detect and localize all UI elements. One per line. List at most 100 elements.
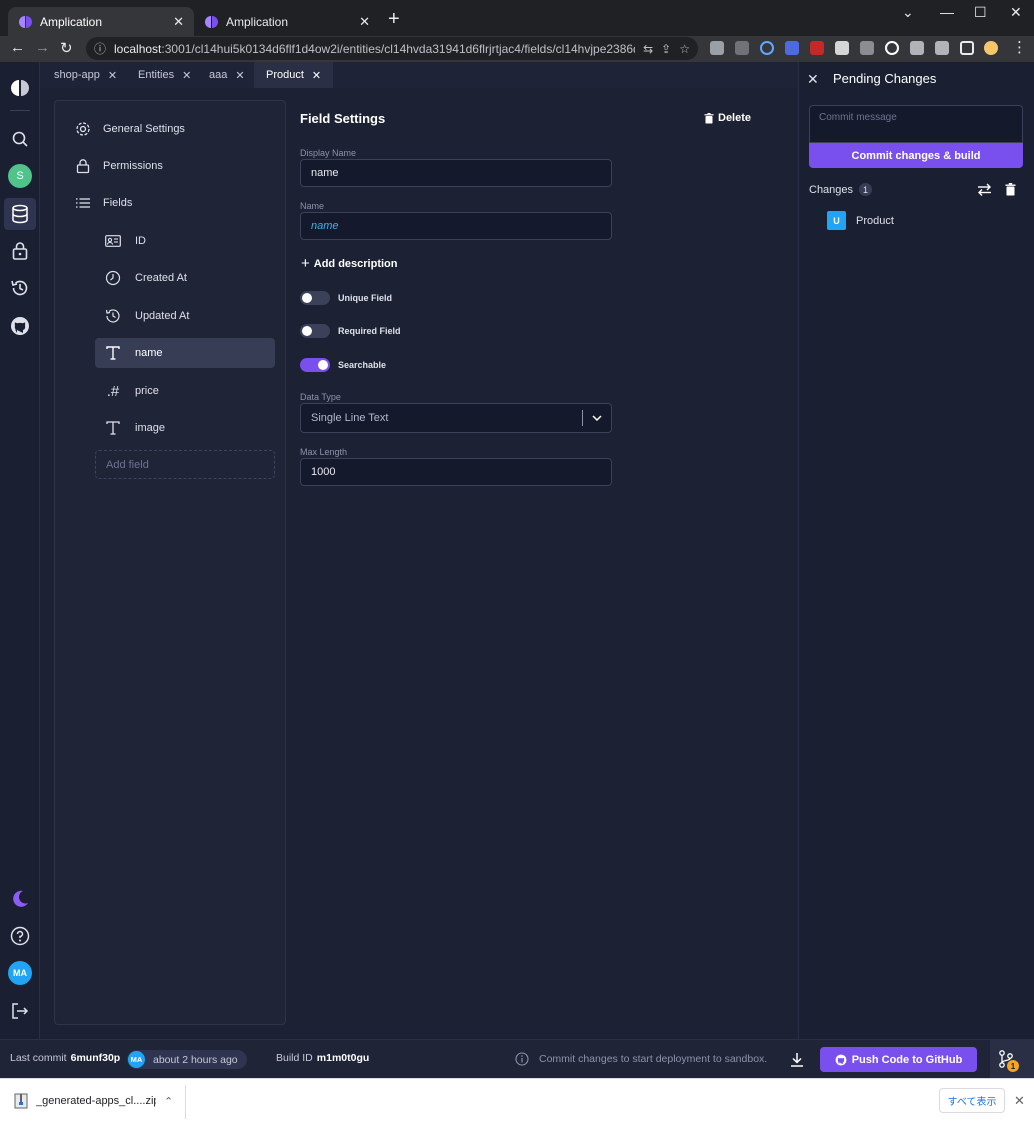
- tab-aaa[interactable]: aaa ✕: [197, 62, 257, 88]
- tab-product[interactable]: Product ✕: [254, 62, 334, 88]
- field-item-created-at[interactable]: Created At: [95, 263, 275, 293]
- plus-icon: +: [301, 255, 310, 272]
- address-bar[interactable]: ⓘ localhost:3001/cl14hui5k0134d6flf1d4ow…: [86, 37, 698, 60]
- download-filename: _generated-apps_cl....zip: [36, 1095, 156, 1107]
- download-icon[interactable]: [790, 1052, 804, 1067]
- searchable-toggle[interactable]: [300, 358, 330, 372]
- chevron-up-icon[interactable]: ⌃: [164, 1095, 173, 1108]
- close-icon[interactable]: ✕: [108, 69, 117, 82]
- zip-file-icon: [14, 1093, 28, 1109]
- sidepanel-icon[interactable]: [960, 41, 974, 55]
- changes-label: Changes: [809, 183, 854, 196]
- tab-label: Entities: [138, 69, 175, 81]
- app-avatar[interactable]: S: [8, 164, 32, 188]
- compare-icon[interactable]: [977, 183, 992, 196]
- reload-icon[interactable]: ↻: [60, 39, 73, 57]
- toggle-knob: [302, 326, 312, 336]
- nav-permissions[interactable]: Permissions: [75, 151, 163, 181]
- bookmark-star-icon[interactable]: ☆: [679, 42, 690, 56]
- profile-avatar-icon[interactable]: [984, 41, 998, 55]
- filter-extension-icon[interactable]: [910, 41, 924, 55]
- show-all-downloads-button[interactable]: すべて表示: [939, 1088, 1005, 1113]
- pending-changes-panel: ✕ Pending Changes Commit message Commit …: [798, 62, 1034, 1039]
- block-extension-icon[interactable]: [885, 41, 899, 55]
- required-field-toggle[interactable]: [300, 324, 330, 338]
- status-bar: Last commit 6munf30p MA about 2 hours ag…: [0, 1039, 1034, 1078]
- close-tab-icon[interactable]: ✕: [359, 14, 370, 30]
- circle-extension-icon[interactable]: [760, 41, 774, 55]
- database-icon[interactable]: [8, 202, 32, 226]
- logout-icon[interactable]: [8, 999, 32, 1023]
- searchable-label: Searchable: [338, 360, 387, 370]
- close-panel-icon[interactable]: ✕: [807, 71, 819, 88]
- qr-extension-icon[interactable]: [835, 41, 849, 55]
- maximize-icon[interactable]: ☐: [974, 4, 987, 21]
- download-item[interactable]: _generated-apps_cl....zip ⌃: [14, 1093, 173, 1109]
- info-icon[interactable]: ⓘ: [94, 40, 106, 57]
- new-tab-icon[interactable]: +: [388, 9, 400, 29]
- max-length-field[interactable]: 1000: [300, 458, 612, 486]
- push-to-github-button[interactable]: Push Code to GitHub: [820, 1047, 977, 1072]
- name-value: name: [311, 220, 339, 232]
- push-label: Push Code to GitHub: [851, 1053, 963, 1066]
- vue-extension-icon[interactable]: [735, 41, 749, 55]
- add-field-placeholder: Add field: [106, 458, 149, 471]
- close-tab-icon[interactable]: ✕: [173, 14, 184, 30]
- commit-message-input[interactable]: Commit message: [809, 105, 1023, 143]
- back-icon[interactable]: ←: [10, 39, 25, 56]
- minimize-icon[interactable]: —: [940, 4, 954, 20]
- add-description-button[interactable]: + Add description: [301, 255, 398, 272]
- display-name-field[interactable]: name: [300, 159, 612, 187]
- data-type-select[interactable]: Single Line Text: [300, 403, 612, 433]
- tab-search-icon[interactable]: ⌄: [902, 4, 914, 21]
- dark-mode-moon-icon[interactable]: [8, 887, 32, 911]
- field-item-image[interactable]: image: [95, 413, 275, 443]
- close-icon[interactable]: ✕: [312, 69, 321, 82]
- history-icon[interactable]: [8, 276, 32, 300]
- close-icon[interactable]: ✕: [182, 69, 191, 82]
- pen-extension-icon[interactable]: [785, 41, 799, 55]
- user-avatar[interactable]: MA: [8, 961, 32, 985]
- change-item-product[interactable]: U Product: [827, 211, 894, 230]
- puzzle-extensions-icon[interactable]: [935, 41, 949, 55]
- commit-button[interactable]: Commit changes & build: [809, 143, 1023, 168]
- discard-trash-icon[interactable]: [1005, 183, 1016, 196]
- unique-field-toggle[interactable]: [300, 291, 330, 305]
- last-commit[interactable]: Last commit 6munf30p: [10, 1052, 120, 1064]
- search-icon[interactable]: [8, 127, 32, 151]
- entity-sidebar: General Settings Permissions Fields ID C…: [54, 100, 286, 1025]
- tab-entities[interactable]: Entities ✕: [126, 62, 203, 88]
- field-item-updated-at[interactable]: Updated At: [95, 301, 275, 331]
- nav-fields[interactable]: Fields: [75, 188, 132, 218]
- name-field[interactable]: name: [300, 212, 612, 240]
- build-id[interactable]: Build ID m1m0t0gu: [276, 1052, 369, 1064]
- browser-menu-icon[interactable]: ⋮: [1012, 38, 1027, 56]
- build-id-value: m1m0t0gu: [316, 1052, 370, 1064]
- github-icon[interactable]: [8, 314, 32, 338]
- nav-general-settings[interactable]: General Settings: [75, 114, 185, 144]
- camera-extension-icon[interactable]: [710, 41, 724, 55]
- lock-icon[interactable]: [8, 239, 32, 263]
- close-downloads-icon[interactable]: ✕: [1014, 1093, 1025, 1109]
- close-window-icon[interactable]: ✕: [1010, 4, 1022, 21]
- delete-button[interactable]: Delete: [704, 112, 751, 124]
- close-icon[interactable]: ✕: [235, 69, 244, 82]
- chevron-down-icon[interactable]: [583, 415, 611, 421]
- share-icon[interactable]: ⇪: [661, 42, 671, 56]
- help-icon[interactable]: [8, 924, 32, 948]
- recycle-extension-icon[interactable]: [860, 41, 874, 55]
- red-extension-icon[interactable]: [810, 41, 824, 55]
- browser-tab-active[interactable]: Amplication ✕: [8, 7, 194, 36]
- tab-shop-app[interactable]: shop-app ✕: [42, 62, 129, 88]
- field-item-name[interactable]: name: [95, 338, 275, 368]
- pending-changes-toggle[interactable]: 1: [990, 1040, 1034, 1078]
- forward-icon[interactable]: →: [35, 39, 50, 56]
- amplication-logo-icon[interactable]: [8, 76, 32, 100]
- field-item-id[interactable]: ID: [95, 226, 275, 256]
- translate-icon[interactable]: ⇆: [643, 42, 653, 56]
- field-item-price[interactable]: .# price: [95, 376, 275, 406]
- browser-tab-strip: Amplication ✕ Amplication ✕ + ⌄ — ☐ ✕: [0, 0, 1034, 36]
- add-field-input[interactable]: Add field: [95, 450, 275, 479]
- lock-icon: [75, 158, 91, 174]
- browser-tab[interactable]: Amplication ✕: [194, 7, 380, 36]
